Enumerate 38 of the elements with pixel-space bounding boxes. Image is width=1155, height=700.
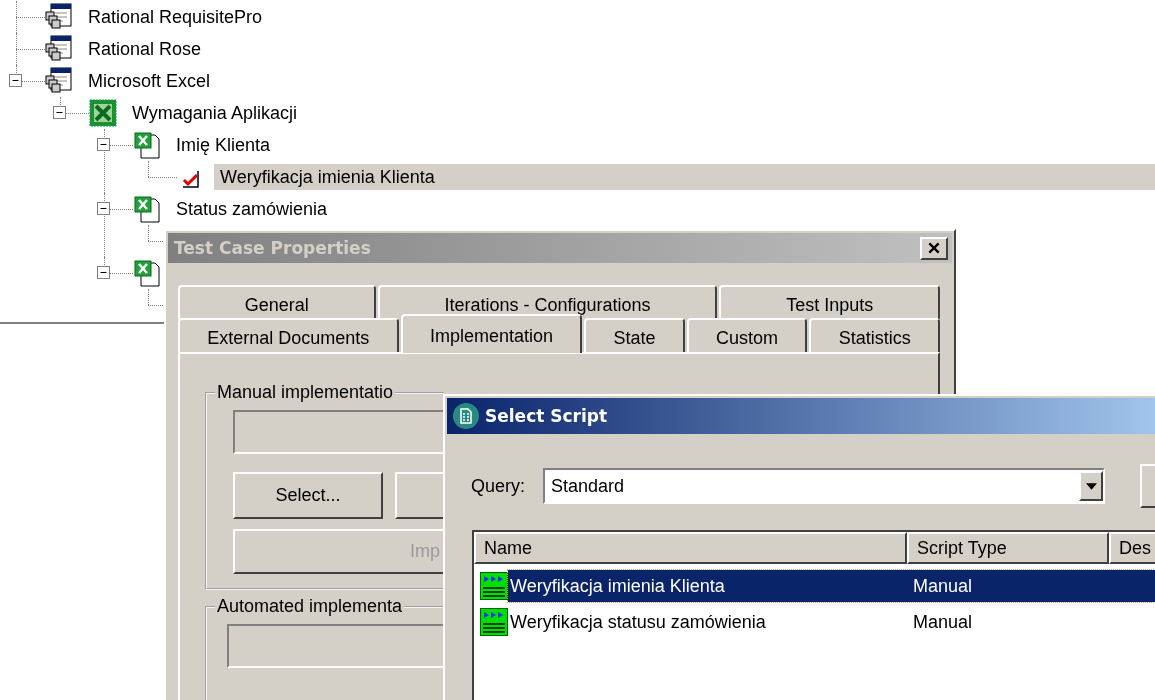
script-row[interactable]: Weryfikacja statusu zamówienia Manual xyxy=(508,606,1155,638)
script-type: Manual xyxy=(912,611,973,633)
script-icon xyxy=(453,403,479,429)
document-icon xyxy=(133,259,161,287)
dialog-title: Test Case Properties xyxy=(174,238,371,258)
spreadsheet-icon xyxy=(89,99,117,127)
script-name: Weryfikacja statusu zamówienia xyxy=(509,611,767,633)
tab[interactable]: Custom xyxy=(686,318,808,352)
tree-expander[interactable] xyxy=(97,138,110,151)
tree-expander[interactable] xyxy=(97,202,110,215)
tab[interactable]: State xyxy=(584,318,685,352)
document-icon xyxy=(133,195,161,223)
tree-item[interactable]: Weryfikacja imienia Klienta xyxy=(214,164,1155,190)
tab[interactable]: General xyxy=(178,285,376,319)
group-label: Manual implementatio xyxy=(215,382,396,403)
tab[interactable]: Test Inputs xyxy=(719,285,940,319)
tab[interactable]: Implementation xyxy=(400,314,583,353)
dialog-title: Select Script xyxy=(485,406,608,426)
column-header[interactable]: Script Type xyxy=(907,532,1109,564)
manual-script-icon xyxy=(480,572,508,600)
tab[interactable]: Statistics xyxy=(809,318,940,352)
tab[interactable]: Iterations - Configurations xyxy=(377,285,718,319)
close-icon xyxy=(927,241,941,255)
document-icon xyxy=(133,131,161,159)
tab[interactable]: External Documents xyxy=(178,318,399,352)
tree-expander[interactable] xyxy=(53,106,66,119)
script-row[interactable]: Weryfikacja imienia Klienta Manual xyxy=(508,570,1155,602)
script-name: Weryfikacja imienia Klienta xyxy=(509,575,726,597)
query-label: Query: xyxy=(471,475,526,497)
select-button[interactable]: Select... xyxy=(233,472,383,519)
group-label: Automated implementa xyxy=(215,596,405,617)
manual-script-icon xyxy=(480,608,508,636)
column-header[interactable]: Des xyxy=(1109,532,1155,564)
column-header[interactable]: Name xyxy=(474,532,907,564)
script-type: Manual xyxy=(912,575,973,597)
query-dropdown[interactable]: Standard xyxy=(543,468,1106,504)
tree-expander[interactable] xyxy=(9,74,22,87)
tree-expander[interactable] xyxy=(97,266,110,279)
